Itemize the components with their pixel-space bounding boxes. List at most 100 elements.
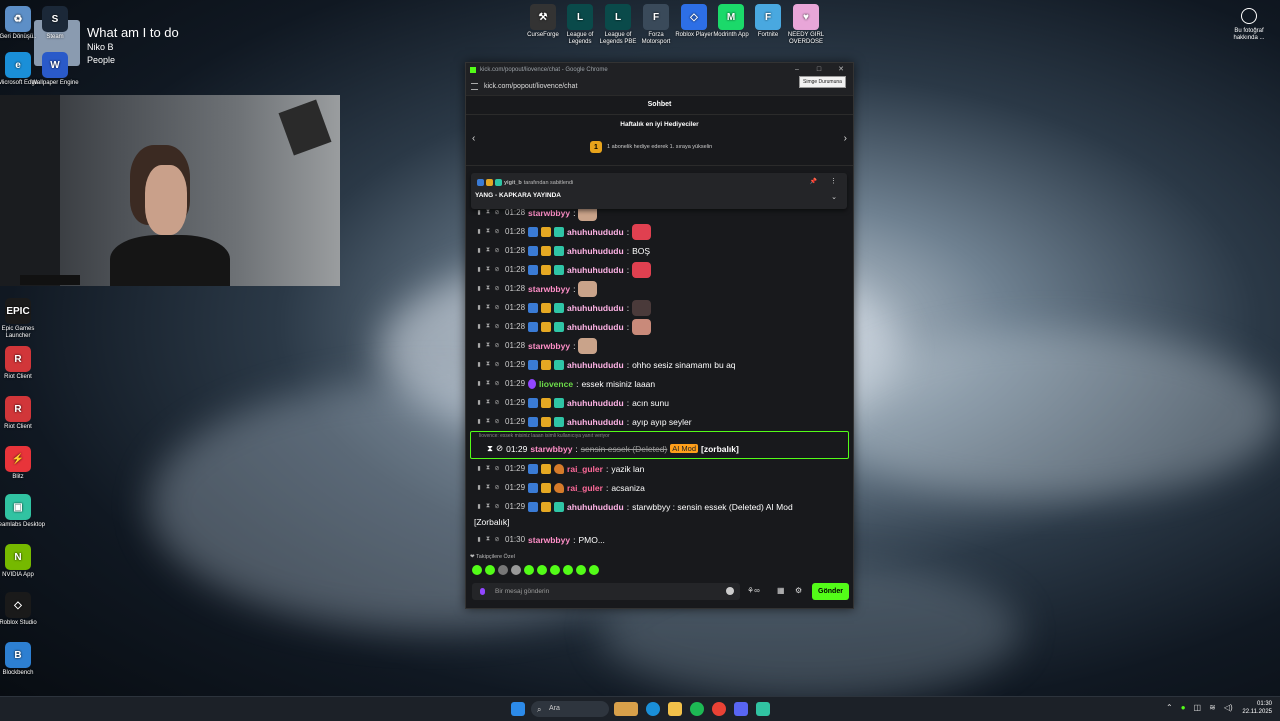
discord-icon[interactable] — [734, 702, 748, 716]
send-button[interactable]: Gönder — [812, 583, 849, 600]
pin-icon[interactable]: 📌 — [810, 178, 817, 185]
desktop-icon[interactable]: ▣ Streamlabs Desktop — [0, 494, 46, 529]
emote-icon[interactable] — [485, 565, 495, 575]
chat-message[interactable]: ▮ ⧗ ⊘ 01:28 ahuhuhududu: — [466, 260, 853, 279]
username[interactable]: starwbbyy — [528, 208, 570, 218]
chat-message[interactable]: ▮ ⧗ ⊘ 01:28 ahuhuhududu: — [466, 317, 853, 336]
ban-icon[interactable]: ⊘ — [494, 323, 500, 330]
ban-icon[interactable]: ⊘ — [494, 399, 500, 406]
delete-icon[interactable]: ▮ — [476, 418, 482, 425]
chat-messages[interactable]: ▮ ⧗ ⊘ 01:28 starwbbyy: ▮ ⧗ ⊘ 01:28 ahuhuhududu: ▮ ⧗… — [466, 203, 853, 553]
delete-icon[interactable]: ▮ — [476, 342, 482, 349]
chat-message[interactable]: ▮ ⧗ ⊘ 01:29 rai_guler: acsaniza — [466, 478, 853, 497]
emote-icon[interactable] — [537, 565, 547, 575]
chat-message[interactable]: ▮ ⧗ ⊘ 01:28 starwbbyy: — [466, 279, 853, 298]
delete-icon[interactable]: ▮ — [476, 247, 482, 254]
chevron-down-icon[interactable]: ⌄ — [831, 193, 837, 201]
ban-icon[interactable]: ⊘ — [494, 304, 500, 311]
chat-message[interactable]: ▮ ⧗ ⊘ 01:28 ahuhuhududu: — [466, 298, 853, 317]
desktop-icon[interactable]: W Wallpaper Engine — [27, 52, 83, 87]
pinned-message[interactable]: yigit_b tarafından sabitlendi YANG - KAP… — [471, 173, 847, 209]
channel-points-icon[interactable]: ⚘∞ — [747, 586, 760, 595]
username[interactable]: rai_guler — [567, 464, 603, 474]
wifi-icon[interactable]: ≋ — [1209, 703, 1216, 712]
chrome-icon[interactable] — [712, 702, 726, 716]
timeout-icon[interactable]: ⧗ — [485, 465, 491, 472]
delete-icon[interactable]: ▮ — [476, 266, 482, 273]
ban-icon[interactable]: ⊘ — [494, 209, 500, 216]
timeout-icon[interactable]: ⧗ — [487, 443, 493, 454]
address-bar[interactable]: kick.com/popout/liovence/chat — [466, 77, 853, 96]
delete-icon[interactable]: ▮ — [476, 465, 482, 472]
timeout-icon[interactable]: ⧗ — [485, 247, 491, 254]
timeout-icon[interactable]: ⧗ — [485, 418, 491, 425]
username[interactable]: starwbbyy — [528, 341, 570, 351]
desktop-icon[interactable]: N NVIDIA App — [0, 544, 46, 579]
delete-icon[interactable]: ▮ — [476, 228, 482, 235]
username[interactable]: ahuhuhududu — [567, 360, 624, 370]
ban-icon[interactable]: ⊘ — [494, 228, 500, 235]
microphone-icon[interactable] — [480, 588, 485, 595]
chat-message[interactable]: ▮ ⧗ ⊘ 01:29 ahuhuhududu: acın sunu — [466, 393, 853, 412]
desktop-icon[interactable]: S Steam — [27, 6, 83, 41]
delete-icon[interactable]: ▮ — [476, 503, 482, 510]
emote-icon[interactable] — [524, 565, 534, 575]
tray-icon[interactable]: ◫ — [1194, 703, 1202, 712]
username[interactable]: ahuhuhududu — [567, 417, 624, 427]
moderated-message[interactable]: liovence: essek misiniz laaan isimli kul… — [470, 431, 849, 459]
delete-icon[interactable]: ▮ — [476, 361, 482, 368]
ban-icon[interactable]: ⊘ — [494, 266, 500, 273]
emote-icon[interactable] — [563, 565, 573, 575]
edge-icon[interactable] — [646, 702, 660, 716]
timeout-icon[interactable]: ⧗ — [485, 484, 491, 491]
chevron-up-icon[interactable]: ⌃ — [1166, 703, 1173, 712]
emote-icon[interactable] — [498, 565, 508, 575]
username[interactable]: starwbbyy — [528, 284, 570, 294]
delete-icon[interactable]: ▮ — [476, 285, 482, 292]
emote-icon[interactable] — [511, 565, 521, 575]
delete-icon[interactable]: ▮ — [476, 536, 482, 543]
chat-message[interactable]: ▮ ⧗ ⊘ 01:30 starwbbyy: PMO... — [466, 530, 853, 549]
ban-icon[interactable]: ⊘ — [494, 247, 500, 254]
username[interactable]: starwbbyy — [530, 444, 572, 454]
delete-icon[interactable]: ▮ — [476, 304, 482, 311]
delete-icon[interactable]: ▮ — [476, 484, 482, 491]
username[interactable]: ahuhuhududu — [567, 398, 624, 408]
username[interactable]: starwbbyy — [528, 535, 570, 545]
emote-icon[interactable] — [589, 565, 599, 575]
ban-icon[interactable]: ⊘ — [494, 285, 500, 292]
calendar-icon[interactable]: ▦ — [777, 586, 785, 595]
system-tray[interactable]: ⌃ ● ◫ ≋ ◁) — [1166, 703, 1233, 712]
ban-icon[interactable]: ⊘ — [494, 361, 500, 368]
clock[interactable]: 01:30 22.11.2025 — [1242, 700, 1272, 716]
timeout-icon[interactable]: ⧗ — [485, 536, 491, 543]
spotify-icon[interactable] — [690, 702, 704, 716]
ban-icon[interactable]: ⊘ — [494, 503, 500, 510]
streamlabs-icon[interactable] — [756, 702, 770, 716]
timeout-icon[interactable]: ⧗ — [485, 361, 491, 368]
emoji-picker-icon[interactable] — [726, 587, 734, 595]
chat-message[interactable]: ▮ ⧗ ⊘ 01:29 ahuhuhududu: ayıp ayıp seyler — [466, 412, 853, 431]
desktop-icon[interactable]: R Riot Client — [0, 396, 46, 431]
desktop-icon[interactable]: B Blockbench — [0, 642, 46, 677]
site-settings-icon[interactable] — [471, 82, 478, 90]
ban-icon[interactable]: ⊘ — [494, 418, 500, 425]
timeout-icon[interactable]: ⧗ — [485, 503, 491, 510]
username[interactable]: ahuhuhududu — [567, 227, 624, 237]
timeout-icon[interactable]: ⧗ — [485, 323, 491, 330]
delete-icon[interactable]: ▮ — [476, 399, 482, 406]
chat-message[interactable]: ▮ ⧗ ⊘ 01:28 ahuhuhududu: — [466, 222, 853, 241]
ban-icon[interactable]: ⊘ — [494, 465, 500, 472]
chat-message[interactable]: ▮ ⧗ ⊘ 01:28 starwbbyy: — [466, 336, 853, 355]
gifters-next-icon[interactable]: › — [844, 133, 847, 144]
desktop-icon[interactable]: ♥ NEEDY GIRL OVERDOSE — [784, 4, 828, 46]
timeout-icon[interactable]: ⧗ — [485, 228, 491, 235]
username[interactable]: ahuhuhududu — [567, 303, 624, 313]
timeout-icon[interactable]: ⧗ — [485, 266, 491, 273]
ban-icon[interactable]: ⊘ — [494, 380, 500, 387]
gear-icon[interactable]: ⚙ — [795, 586, 802, 595]
photo-info-button[interactable]: Bu fotoğraf hakkında ... — [1224, 8, 1274, 42]
chat-message[interactable]: ▮ ⧗ ⊘ 01:29 ahuhuhududu: ohho sesiz sinamamı … — [466, 355, 853, 374]
minimize-button[interactable]: – — [793, 66, 801, 74]
maximize-button[interactable]: □ — [815, 66, 823, 74]
